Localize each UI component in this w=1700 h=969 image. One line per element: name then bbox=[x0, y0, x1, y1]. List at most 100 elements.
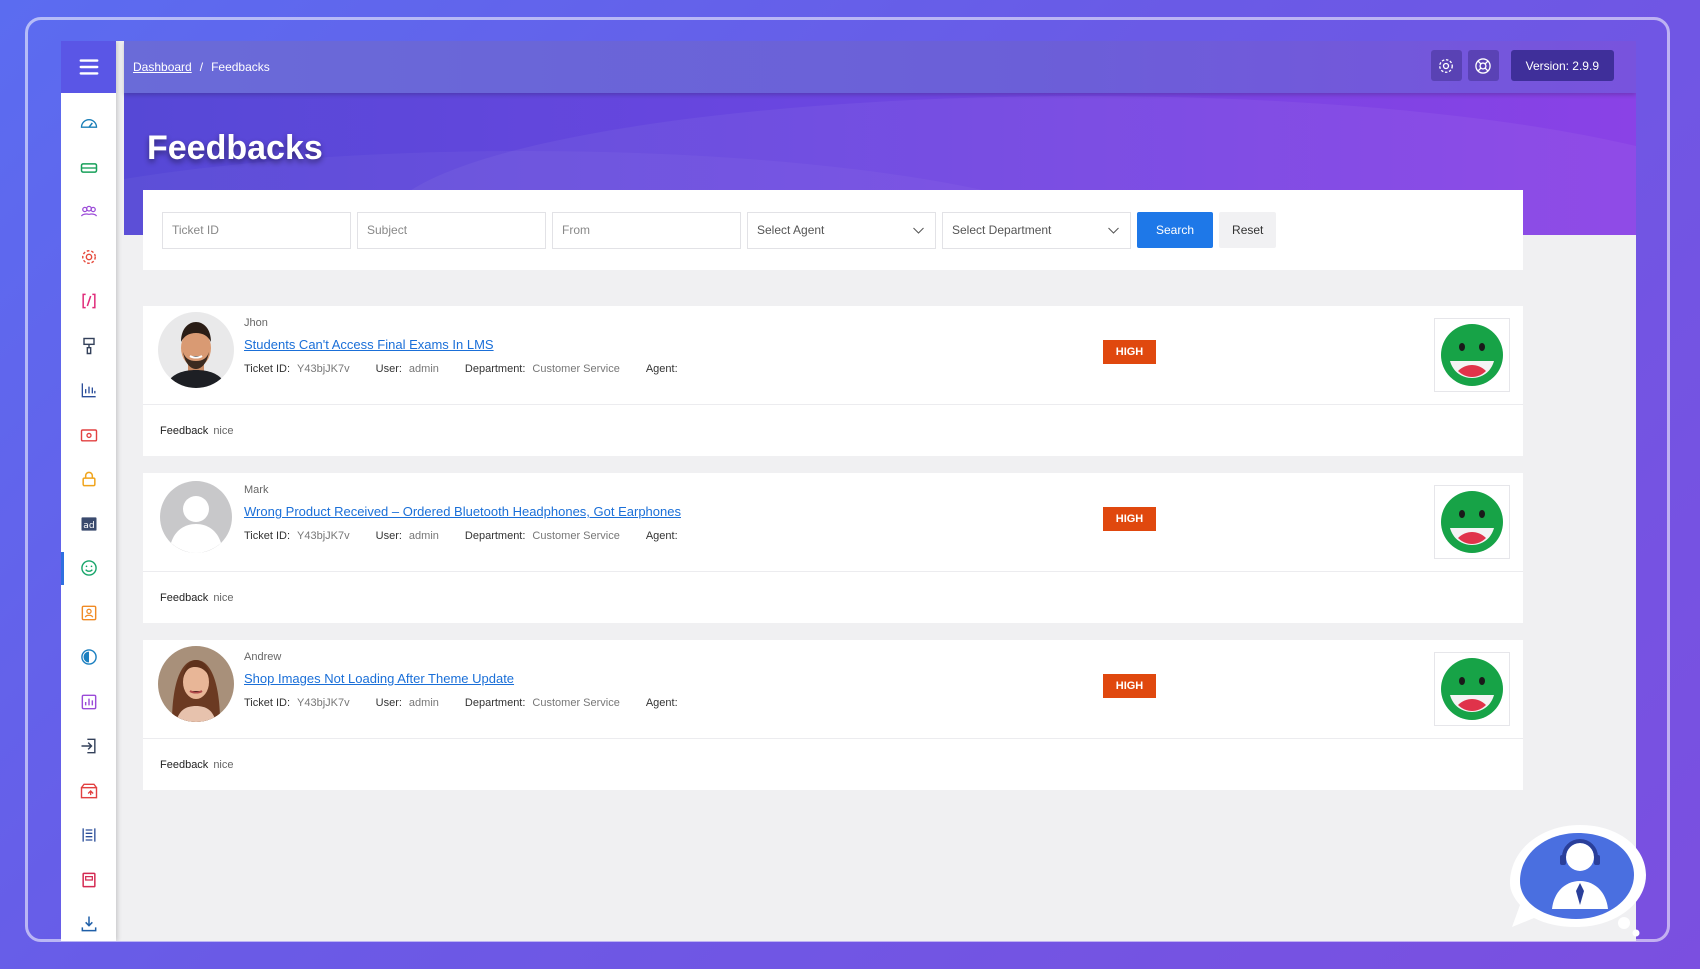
sidebar-item-tickets[interactable] bbox=[61, 146, 116, 191]
chevron-down-icon bbox=[1108, 227, 1119, 234]
sidebar-item-feedbacks[interactable] bbox=[61, 546, 116, 591]
feedback-text: nice bbox=[213, 591, 234, 604]
user-label: User: bbox=[375, 363, 402, 375]
breadcrumb-separator: / bbox=[199, 60, 204, 74]
sidebar-item-analytics[interactable] bbox=[61, 680, 116, 725]
sidebar-item-settings[interactable] bbox=[61, 235, 116, 280]
sidebar-item-ads[interactable]: ad bbox=[61, 502, 116, 547]
user-label: User: bbox=[375, 697, 402, 709]
sidebar-item-email[interactable] bbox=[61, 413, 116, 458]
agent-select[interactable]: Select Agent bbox=[747, 211, 936, 249]
department-label: Department: bbox=[464, 530, 526, 542]
sidebar-item-appearance[interactable] bbox=[61, 324, 116, 369]
feedback-text: nice bbox=[213, 424, 234, 437]
breadcrumb: Dashboard / Feedbacks bbox=[133, 60, 270, 74]
sidebar-item-docs[interactable] bbox=[61, 858, 116, 903]
user-value: admin bbox=[408, 363, 439, 375]
sidebar-item-users[interactable] bbox=[61, 190, 116, 235]
department-value: Customer Service bbox=[532, 697, 620, 709]
agent-label: Agent: bbox=[645, 697, 678, 709]
topbar-actions: Version: 2.9.9 bbox=[1430, 50, 1614, 81]
sidebar-item-dashboard[interactable] bbox=[61, 101, 116, 146]
ticket-id-label: Ticket ID: bbox=[244, 530, 291, 542]
main-content: Dashboard / Feedbacks Version: 2.9.9 Fee… bbox=[124, 41, 1636, 941]
ticket-subject-link[interactable]: Students Can't Access Final Exams In LMS bbox=[244, 337, 494, 352]
priority-badge: HIGH bbox=[1103, 340, 1156, 364]
ticket-id-input[interactable] bbox=[162, 211, 351, 249]
list-icon bbox=[82, 828, 95, 842]
ticket-meta: Ticket ID: Y43bjJK7v User: admin Departm… bbox=[244, 697, 711, 709]
ticket-icon bbox=[80, 162, 97, 173]
sidebar-item-import[interactable] bbox=[61, 724, 116, 769]
user-value: admin bbox=[408, 697, 439, 709]
bar-chart-icon bbox=[81, 383, 96, 398]
feedback-comment: Feedback nice bbox=[143, 572, 1523, 623]
reset-button[interactable]: Reset bbox=[1219, 212, 1277, 248]
app-window: ad Dashboard / Feedbacks Version: 2.9.9 … bbox=[61, 41, 1636, 941]
download-icon bbox=[81, 916, 96, 932]
user-value: admin bbox=[408, 530, 439, 542]
priority-badge: HIGH bbox=[1103, 674, 1156, 698]
support-agent-icon bbox=[1510, 825, 1646, 937]
ticket-subject-link[interactable]: Wrong Product Received – Ordered Bluetoo… bbox=[244, 504, 681, 519]
svg-text:ad: ad bbox=[83, 520, 94, 531]
feedback-comment: Feedback nice bbox=[143, 739, 1523, 790]
agent-select-label: Select Agent bbox=[757, 223, 825, 237]
agent-label: Agent: bbox=[645, 530, 678, 542]
support-chat-button[interactable] bbox=[1500, 817, 1652, 939]
sidebar-item-list[interactable] bbox=[61, 813, 116, 858]
ticket-subject-link[interactable]: Shop Images Not Loading After Theme Upda… bbox=[244, 671, 514, 686]
ticket-id-value: Y43bjJK7v bbox=[297, 697, 350, 709]
department-label: Department: bbox=[464, 363, 526, 375]
sidebar-item-reports[interactable] bbox=[61, 368, 116, 413]
department-select[interactable]: Select Department bbox=[942, 211, 1131, 249]
help-button[interactable] bbox=[1467, 50, 1499, 81]
topbar: Dashboard / Feedbacks Version: 2.9.9 bbox=[124, 41, 1636, 93]
analytics-icon bbox=[81, 694, 96, 710]
rating-box bbox=[1434, 652, 1510, 726]
store-icon bbox=[80, 783, 97, 799]
gear-icon bbox=[1439, 58, 1454, 73]
customer-name: Jhon bbox=[244, 317, 268, 329]
sidebar-item-store[interactable] bbox=[61, 769, 116, 814]
sidebar-item-agents[interactable] bbox=[61, 591, 116, 636]
feedback-card: Mark Wrong Product Received – Ordered Bl… bbox=[143, 473, 1523, 623]
email-icon bbox=[80, 429, 97, 442]
settings-button[interactable] bbox=[1430, 50, 1462, 81]
lock-icon bbox=[81, 471, 96, 487]
feedback-label: Feedback bbox=[160, 591, 209, 604]
ticket-id-label: Ticket ID: bbox=[244, 697, 291, 709]
sidebar-item-shortcodes[interactable] bbox=[61, 279, 116, 324]
feedback-text: nice bbox=[213, 758, 234, 771]
happy-face-icon bbox=[1441, 324, 1503, 386]
user-label: User: bbox=[375, 530, 402, 542]
paint-brush-icon bbox=[82, 337, 95, 354]
sidebar-item-security[interactable] bbox=[61, 457, 116, 502]
chevron-down-icon bbox=[913, 227, 924, 234]
hamburger-icon bbox=[79, 59, 98, 75]
smiley-icon bbox=[80, 560, 97, 577]
sidebar-item-theme[interactable] bbox=[61, 635, 116, 680]
subject-input[interactable] bbox=[357, 211, 546, 249]
department-value: Customer Service bbox=[532, 530, 620, 542]
happy-face-icon bbox=[1441, 491, 1503, 553]
id-card-icon bbox=[81, 605, 96, 621]
menu-toggle-button[interactable] bbox=[61, 41, 116, 93]
department-label: Department: bbox=[464, 697, 526, 709]
speedometer-icon bbox=[80, 119, 97, 129]
search-button[interactable]: Search bbox=[1137, 212, 1214, 248]
avatar bbox=[158, 312, 234, 388]
page-title: Feedbacks bbox=[147, 129, 323, 167]
ticket-meta: Ticket ID: Y43bjJK7v User: admin Departm… bbox=[244, 530, 711, 542]
breadcrumb-current: Feedbacks bbox=[211, 60, 270, 74]
ticket-id-value: Y43bjJK7v bbox=[297, 363, 350, 375]
breadcrumb-dashboard-link[interactable]: Dashboard bbox=[133, 60, 192, 74]
happy-face-icon bbox=[1441, 658, 1503, 720]
sidebar-item-download[interactable] bbox=[61, 902, 116, 941]
book-icon bbox=[81, 872, 96, 888]
feedback-comment: Feedback nice bbox=[143, 405, 1523, 456]
avatar bbox=[158, 646, 234, 722]
filter-bar: Select Agent Select Department Search Re… bbox=[143, 190, 1523, 270]
version-badge[interactable]: Version: 2.9.9 bbox=[1510, 50, 1614, 81]
from-input[interactable] bbox=[552, 211, 741, 249]
